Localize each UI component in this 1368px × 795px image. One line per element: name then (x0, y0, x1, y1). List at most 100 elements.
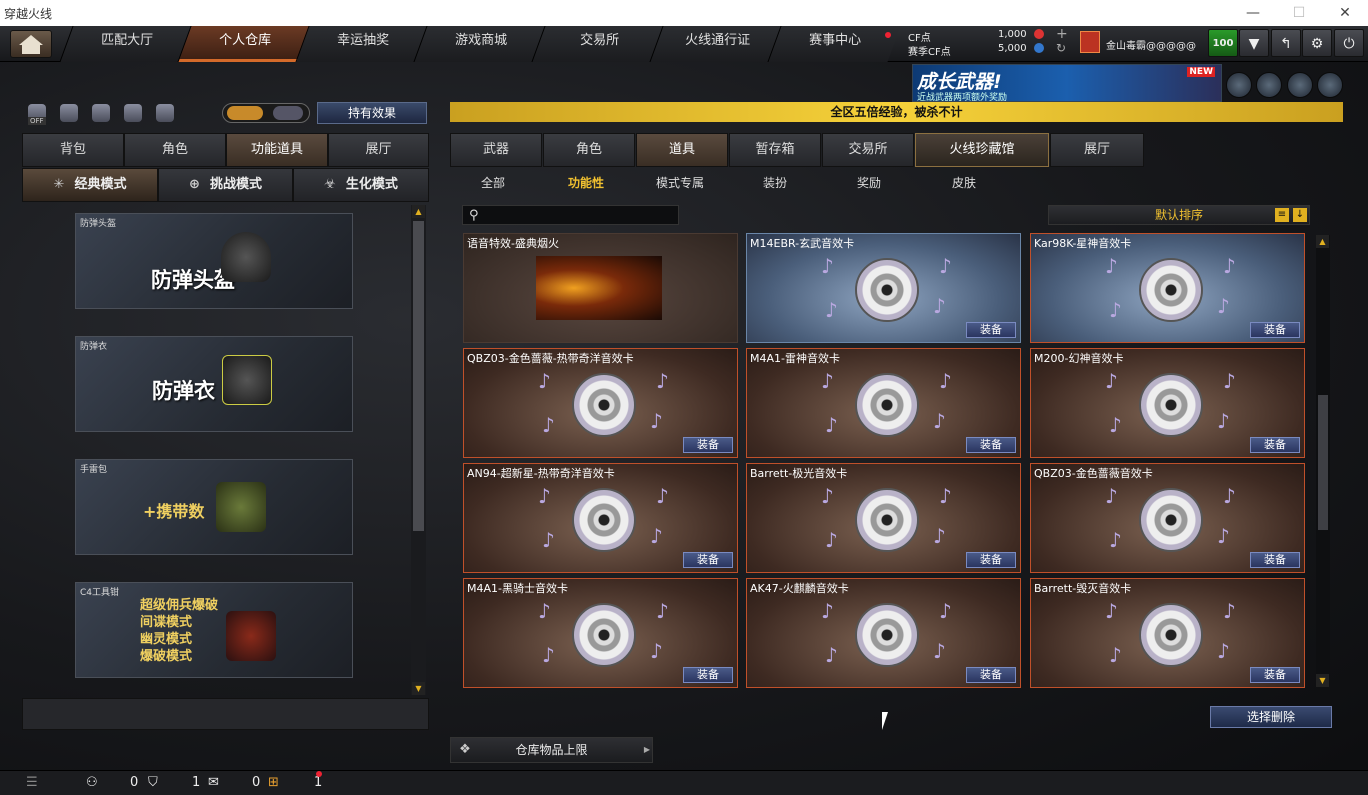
view-toggle[interactable] (222, 103, 310, 123)
event-icon-3[interactable] (1287, 72, 1313, 98)
equip-button[interactable]: 装备 (1250, 322, 1300, 338)
tab-showroom[interactable]: 展厅 (328, 133, 429, 167)
equip-button[interactable]: 装备 (683, 667, 733, 683)
event-icon-4[interactable] (1317, 72, 1343, 98)
scroll-up-icon[interactable]: ▲ (412, 205, 425, 218)
equip-button[interactable]: 装备 (1250, 667, 1300, 683)
shield-status-icon[interactable]: ⛉ (148, 775, 158, 790)
maximize-button[interactable]: ☐ (1276, 2, 1322, 24)
subtab-all[interactable]: 全部 (481, 174, 505, 191)
subtab-skin[interactable]: 皮肤 (952, 174, 976, 191)
nav-events[interactable]: 赛事中心 (767, 26, 901, 62)
sort-down-icon[interactable]: ↓ (1293, 208, 1307, 222)
nav-match-hall[interactable]: 匹配大厅 (59, 26, 193, 62)
scroll-thumb[interactable] (1318, 395, 1328, 530)
item-c4-pliers[interactable]: C4工具钳 超级佣兵爆破 间谍模式 幽灵模式 爆破模式 (75, 582, 353, 678)
item-card[interactable]: QBZ03-金色蔷薇音效卡 ♪ ♪ ♪ ♪ 装备 (1030, 463, 1305, 573)
item-card[interactable]: M4A1-雷神音效卡 ♪ ♪ ♪ ♪ 装备 (746, 348, 1021, 458)
subtab-mode[interactable]: 模式专属 (656, 174, 704, 191)
minimize-button[interactable]: — (1230, 2, 1276, 24)
list-icon[interactable]: ≡ (1275, 208, 1289, 222)
music-note-icon: ♪ (542, 528, 555, 552)
select-delete-button[interactable]: 选择删除 (1210, 706, 1332, 728)
equip-button[interactable]: 装备 (966, 667, 1016, 683)
subtab-outfit[interactable]: 装扮 (763, 174, 787, 191)
event-icon-1[interactable] (1226, 72, 1252, 98)
left-scrollbar[interactable]: ▲ ▼ (411, 205, 426, 695)
item-card[interactable]: Kar98K-星神音效卡 ♪ ♪ ♪ ♪ 装备 (1030, 233, 1305, 343)
nav-lottery[interactable]: 幸运抽奖 (295, 26, 429, 62)
binoculars-icon[interactable]: ⚇ (86, 775, 98, 790)
nav-shop[interactable]: 游戏商城 (413, 26, 547, 62)
gear-icon[interactable]: ⚙ (1302, 29, 1332, 57)
item-name: 语音特效-盛典烟火 (467, 237, 559, 250)
mode-zombie[interactable]: ☣ 生化模式 (293, 168, 429, 202)
item-card[interactable]: QBZ03-金色蔷薇-热带奇洋音效卡 ♪ ♪ ♪ ♪ 装备 (463, 348, 738, 458)
music-note-icon: ♪ (538, 484, 551, 508)
growth-weapon-banner[interactable]: 成长武器! 近战武器两项额外奖励 NEW (912, 64, 1222, 103)
scroll-down-icon[interactable]: ▼ (412, 682, 425, 695)
shield-icon[interactable]: ▼ (1239, 29, 1269, 57)
power-icon[interactable]: ⏻ (1334, 29, 1364, 57)
item-helmet[interactable]: 防弹头盔 防弹头盔 (75, 213, 353, 309)
firework-icon (536, 256, 662, 320)
effects-button[interactable]: 持有效果 (317, 102, 427, 124)
potion-icon[interactable] (156, 104, 174, 122)
tab-backpack[interactable]: 背包 (22, 133, 124, 167)
refresh-filter-icon[interactable] (92, 104, 110, 122)
tab-characters[interactable]: 角色 (543, 133, 635, 167)
item-card[interactable]: AK47-火麒麟音效卡 ♪ ♪ ♪ ♪ 装备 (746, 578, 1021, 688)
tab-collection[interactable]: 火线珍藏馆 (915, 133, 1049, 167)
nav-warehouse[interactable]: 个人仓库 (177, 26, 311, 62)
equip-button[interactable]: 装备 (1250, 437, 1300, 453)
item-card[interactable]: M4A1-黑骑士音效卡 ♪ ♪ ♪ ♪ 装备 (463, 578, 738, 688)
sort-dropdown[interactable]: 默认排序 ≡ ↓ (1048, 205, 1310, 225)
scroll-thumb[interactable] (413, 221, 424, 531)
refresh-icon[interactable]: ↻ (1056, 41, 1066, 55)
equip-button[interactable]: 装备 (683, 437, 733, 453)
tab-character[interactable]: 角色 (124, 133, 226, 167)
tab-weapons[interactable]: 武器 (450, 133, 542, 167)
music-note-icon: ♪ (650, 409, 663, 433)
scroll-up-icon[interactable]: ▲ (1316, 235, 1329, 248)
equip-button[interactable]: 装备 (1250, 552, 1300, 568)
item-card[interactable]: M200-幻神音效卡 ♪ ♪ ♪ ♪ 装备 (1030, 348, 1305, 458)
home-button[interactable] (10, 30, 52, 58)
gift-icon[interactable]: ⊞ (268, 775, 279, 790)
tab-hall[interactable]: 展厅 (1050, 133, 1144, 167)
tab-function-items[interactable]: 功能道具 (226, 133, 328, 167)
item-card[interactable]: Barrett-毁灭音效卡 ♪ ♪ ♪ ♪ 装备 (1030, 578, 1305, 688)
item-card[interactable]: 语音特效-盛典烟火 (463, 233, 738, 343)
item-vest[interactable]: 防弹衣 防弹衣 (75, 336, 353, 432)
equip-button[interactable]: 装备 (966, 552, 1016, 568)
nav-exchange[interactable]: 交易所 (531, 26, 665, 62)
tab-trade[interactable]: 交易所 (822, 133, 914, 167)
item-grenade-pack[interactable]: 手雷包 +携带数 (75, 459, 353, 555)
item-card[interactable]: AN94-超新星-热带奇洋音效卡 ♪ ♪ ♪ ♪ 装备 (463, 463, 738, 573)
chat-icon[interactable]: ✉ (208, 775, 219, 790)
search-field[interactable] (487, 207, 675, 223)
nav-battle-pass[interactable]: 火线通行证 (649, 26, 783, 62)
right-scrollbar[interactable]: ▲ ▼ (1316, 235, 1330, 687)
equip-button[interactable]: 装备 (966, 322, 1016, 338)
warehouse-limit-button[interactable]: ❖ 仓库物品上限 ▶ (450, 737, 653, 763)
add-cf-button[interactable]: + (1056, 26, 1068, 42)
mode-challenge[interactable]: ⊕ 挑战模式 (158, 168, 293, 202)
tab-items[interactable]: 道具 (636, 133, 728, 167)
equip-button[interactable]: 装备 (966, 437, 1016, 453)
equip-button[interactable]: 装备 (683, 552, 733, 568)
paint-icon[interactable] (124, 104, 142, 122)
item-card[interactable]: Barrett-极光音效卡 ♪ ♪ ♪ ♪ 装备 (746, 463, 1021, 573)
mode-classic[interactable]: ✳ 经典模式 (22, 168, 158, 202)
tab-storage[interactable]: 暂存箱 (729, 133, 821, 167)
item-card[interactable]: M14EBR-玄武音效卡 ♪ ♪ ♪ ♪ 装备 (746, 233, 1021, 343)
return-icon[interactable]: ↰ (1271, 29, 1301, 57)
subtab-reward[interactable]: 奖励 (857, 174, 881, 191)
menu-icon[interactable]: ☰ (26, 775, 38, 790)
stats-icon[interactable] (60, 104, 78, 122)
subtab-functional[interactable]: 功能性 (568, 174, 604, 191)
event-icon-2[interactable] (1256, 72, 1282, 98)
search-input[interactable]: ⚲ (462, 205, 679, 225)
scroll-down-icon[interactable]: ▼ (1316, 674, 1329, 687)
close-button[interactable]: ✕ (1322, 2, 1368, 24)
